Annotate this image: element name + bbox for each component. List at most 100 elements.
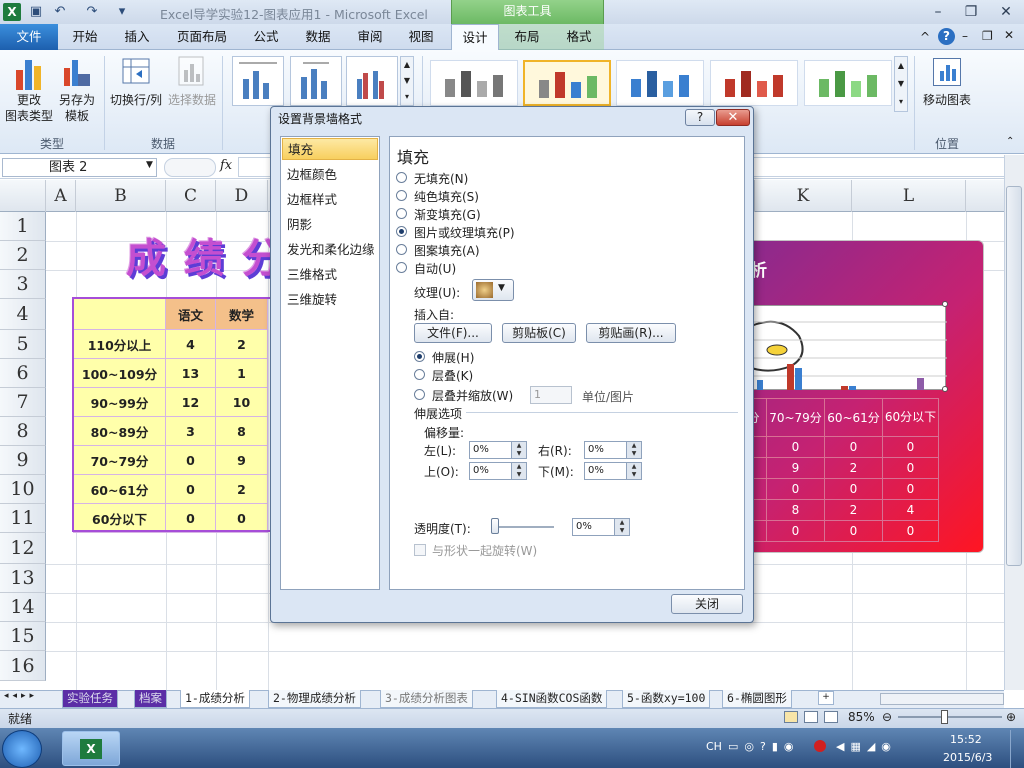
vertical-scroll-thumb[interactable] xyxy=(1006,186,1022,566)
picture-texture-fill-label[interactable]: 图片或纹理填充(P) xyxy=(414,224,515,241)
close-button[interactable]: 关闭 xyxy=(671,594,743,614)
chart-style-5[interactable] xyxy=(804,60,892,106)
chart-style-3[interactable] xyxy=(616,60,704,106)
column-header-a[interactable]: A xyxy=(46,180,76,212)
plot-handle[interactable] xyxy=(942,386,948,392)
category-3d-rotation[interactable]: 三维旋转 xyxy=(282,289,378,311)
stretch-label[interactable]: 伸展(H) xyxy=(432,349,474,366)
automatic-fill-radio[interactable] xyxy=(396,262,407,273)
restore-workbook-icon[interactable]: ❐ xyxy=(982,29,993,43)
column-header-b[interactable]: B xyxy=(76,180,166,212)
tile-scale-label[interactable]: 层叠并缩放(W) xyxy=(432,387,513,404)
rotate-with-shape-label[interactable]: 与形状一起旋转(W) xyxy=(432,542,537,559)
help-icon[interactable]: ? xyxy=(938,28,955,45)
tab-format[interactable]: 格式 xyxy=(558,24,600,50)
tab-view[interactable]: 视图 xyxy=(400,24,442,50)
category-shadow[interactable]: 阴影 xyxy=(282,214,378,236)
solid-fill-radio[interactable] xyxy=(396,190,407,201)
tab-home[interactable]: 开始 xyxy=(62,24,108,50)
tab-page-layout[interactable]: 页面布局 xyxy=(170,24,234,50)
restore-button[interactable]: ❐ xyxy=(960,2,982,22)
chart-layout-2[interactable] xyxy=(290,56,342,106)
category-fill[interactable]: 填充 xyxy=(282,138,378,160)
category-border-color[interactable]: 边框颜色 xyxy=(282,164,378,186)
redo-icon[interactable]: ↷ xyxy=(84,4,100,20)
sheet-tab-1[interactable]: 1-成绩分析 xyxy=(180,690,250,708)
tab-design[interactable]: 设计 xyxy=(451,24,499,51)
left-offset-input[interactable]: 0% xyxy=(469,441,527,459)
tab-data[interactable]: 数据 xyxy=(296,24,340,50)
page-break-view-icon[interactable] xyxy=(824,711,838,723)
chart-plot-area[interactable] xyxy=(748,305,947,390)
normal-view-icon[interactable] xyxy=(784,711,798,723)
row-header-16[interactable]: 16 xyxy=(0,651,46,681)
customize-qat-icon[interactable]: ▾ xyxy=(114,4,130,20)
tab-insert[interactable]: 插入 xyxy=(114,24,160,50)
tab-file[interactable]: 文件 xyxy=(0,24,58,50)
minimize-button[interactable]: – xyxy=(927,2,949,22)
zoom-in-icon[interactable]: ⊕ xyxy=(1006,710,1016,724)
stretch-radio[interactable] xyxy=(414,351,425,362)
row-header-11[interactable]: 11 xyxy=(0,504,46,533)
select-data-label[interactable]: 选择数据 xyxy=(166,92,218,108)
category-border-style[interactable]: 边框样式 xyxy=(282,189,378,211)
chart-style-4[interactable] xyxy=(710,60,798,106)
dialog-help-button[interactable]: ? xyxy=(685,109,715,126)
row-header-1[interactable]: 1 xyxy=(0,212,46,241)
tile-scale-radio[interactable] xyxy=(414,389,425,400)
bottom-offset-input[interactable]: 0% xyxy=(584,462,642,480)
select-data-icon[interactable] xyxy=(178,56,204,86)
row-header-12[interactable]: 12 xyxy=(0,533,46,564)
select-all-corner[interactable] xyxy=(0,180,46,212)
column-header-c[interactable]: C xyxy=(166,180,216,212)
row-header-2[interactable]: 2 xyxy=(0,241,46,270)
texture-picker[interactable]: ▼ xyxy=(472,279,514,301)
transparency-slider-thumb[interactable] xyxy=(491,518,499,534)
row-header-15[interactable]: 15 xyxy=(0,622,46,651)
formula-handle[interactable] xyxy=(164,158,216,177)
tray-icons-2[interactable]: ◀▦◢◉ xyxy=(836,740,897,753)
row-header-10[interactable]: 10 xyxy=(0,475,46,504)
row-header-6[interactable]: 6 xyxy=(0,359,46,388)
move-chart-icon[interactable] xyxy=(933,58,961,86)
show-desktop-button[interactable] xyxy=(1010,730,1024,768)
transparency-input[interactable]: 0% xyxy=(572,518,630,536)
no-fill-label[interactable]: 无填充(N) xyxy=(414,170,468,187)
style-scroll[interactable]: ▲ ▼ ▾ xyxy=(894,56,908,112)
switch-row-column-icon[interactable] xyxy=(122,58,150,84)
column-header-k[interactable]: K xyxy=(754,180,852,212)
sheet-tab-6[interactable]: 6-椭圆图形 xyxy=(722,690,792,708)
right-offset-input[interactable]: 0% xyxy=(584,441,642,459)
column-header-l[interactable]: L xyxy=(852,180,966,212)
move-chart-label[interactable]: 移动图表 xyxy=(918,92,976,108)
pattern-fill-label[interactable]: 图案填充(A) xyxy=(414,242,480,259)
chart-layout-1[interactable] xyxy=(232,56,284,106)
taskbar-excel-button[interactable]: X xyxy=(62,731,120,766)
layout-scroll[interactable]: ▲ ▼ ▾ xyxy=(400,56,414,106)
top-offset-input[interactable]: 0% xyxy=(469,462,527,480)
chart-style-1[interactable] xyxy=(430,60,518,106)
row-header-5[interactable]: 5 xyxy=(0,330,46,359)
tab-formulas[interactable]: 公式 xyxy=(244,24,288,50)
excel-logo-icon[interactable]: X xyxy=(3,3,21,21)
save-as-template-icon[interactable] xyxy=(62,56,92,92)
ribbon-collapse-icon[interactable]: ⌃ xyxy=(1006,136,1014,147)
row-header-14[interactable]: 14 xyxy=(0,593,46,622)
change-chart-type-icon[interactable] xyxy=(14,56,44,92)
start-button-icon[interactable] xyxy=(2,730,42,768)
transparency-slider-track[interactable] xyxy=(494,526,554,528)
sheet-tab-archive[interactable]: 档案 xyxy=(134,690,167,708)
clipboard-button[interactable]: 剪贴板(C) xyxy=(502,323,576,343)
horizontal-scrollbar[interactable] xyxy=(880,693,1004,705)
picture-texture-fill-radio[interactable] xyxy=(396,226,407,237)
solid-fill-label[interactable]: 纯色填充(S) xyxy=(414,188,479,205)
rotate-with-shape-checkbox[interactable] xyxy=(414,544,426,556)
chart-layout-3[interactable] xyxy=(346,56,398,106)
category-glow-soft-edges[interactable]: 发光和柔化边缘 xyxy=(282,239,378,261)
page-layout-view-icon[interactable] xyxy=(804,711,818,723)
clipart-button[interactable]: 剪贴画(R)... xyxy=(586,323,676,343)
sheet-tab-task[interactable]: 实验任务 xyxy=(62,690,118,708)
pattern-fill-radio[interactable] xyxy=(396,244,407,255)
row-header-13[interactable]: 13 xyxy=(0,564,46,593)
row-header-7[interactable]: 7 xyxy=(0,388,46,417)
